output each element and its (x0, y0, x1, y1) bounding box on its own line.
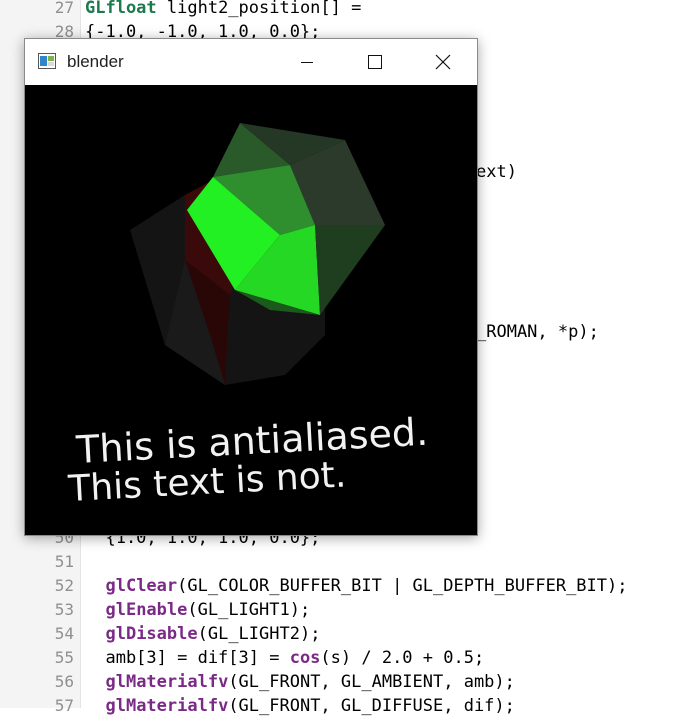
maximize-icon (368, 55, 382, 69)
blender-app-icon (38, 53, 56, 69)
close-button[interactable] (409, 39, 477, 85)
code-text: glEnable(GL_LIGHT1); (85, 598, 310, 622)
code-token: (GL_LIGHT2); (197, 624, 321, 644)
blender-window[interactable]: blender This is antialiased. This text i… (24, 38, 478, 536)
code-token: (GL_FRONT, GL_DIFFUSE, dif); (228, 696, 515, 716)
code-token: (GL_LIGHT1); (187, 600, 311, 620)
right-dark-face (315, 225, 385, 315)
opengl-canvas[interactable]: This is antialiased. This text is not. (25, 85, 477, 535)
line-number: 27 (54, 0, 74, 17)
line-number: 53 (54, 600, 74, 619)
code-text: glMaterialfv(GL_FRONT, GL_AMBIENT, amb); (85, 670, 515, 694)
code-token: glMaterialfv (105, 672, 229, 692)
code-token: GLfloat (85, 0, 157, 18)
line-number: 52 (54, 576, 74, 595)
line-number: 54 (54, 624, 74, 643)
code-token: (s) / 2.0 + 0.5; (320, 648, 485, 668)
line-number: 51 (54, 552, 74, 571)
code-token: (GL_FRONT, GL_AMBIENT, amb); (228, 672, 515, 692)
code-token: cos (289, 648, 321, 668)
code-text: glMaterialfv(GL_FRONT, GL_DIFFUSE, dif); (85, 694, 515, 718)
line-number: 57 (54, 696, 74, 715)
rendered-scene: This is antialiased. This text is not. (66, 123, 429, 510)
code-text: amb[3] = dif[3] = cos(s) / 2.0 + 0.5; (85, 646, 484, 670)
minimize-button[interactable] (273, 39, 341, 85)
code-token: (GL_COLOR_BUFFER_BIT | GL_DEPTH_BUFFER_B… (177, 576, 628, 596)
line-number: 55 (54, 648, 74, 667)
code-token: glDisable (105, 624, 198, 644)
code-token: glClear (105, 576, 178, 596)
code-text: glClear(GL_COLOR_BUFFER_BIT | GL_DEPTH_B… (85, 574, 627, 598)
code-fragment: _ROMAN, *p); (476, 322, 599, 342)
code-token: glEnable (105, 600, 188, 620)
code-token: glMaterialfv (105, 696, 229, 716)
window-titlebar[interactable]: blender (25, 39, 477, 85)
code-text: GLfloat light2_position[] = (85, 0, 361, 20)
line-number: 56 (54, 672, 74, 691)
code-fragment: ext) (476, 162, 517, 182)
window-title: blender (67, 52, 124, 71)
minimize-icon (301, 62, 313, 63)
code-token: light2_position[] = (156, 0, 362, 18)
code-text: glDisable(GL_LIGHT2); (85, 622, 320, 646)
code-token: amb[3] = dif[3] = (85, 648, 290, 668)
close-icon (435, 54, 451, 70)
maximize-button[interactable] (341, 39, 409, 85)
